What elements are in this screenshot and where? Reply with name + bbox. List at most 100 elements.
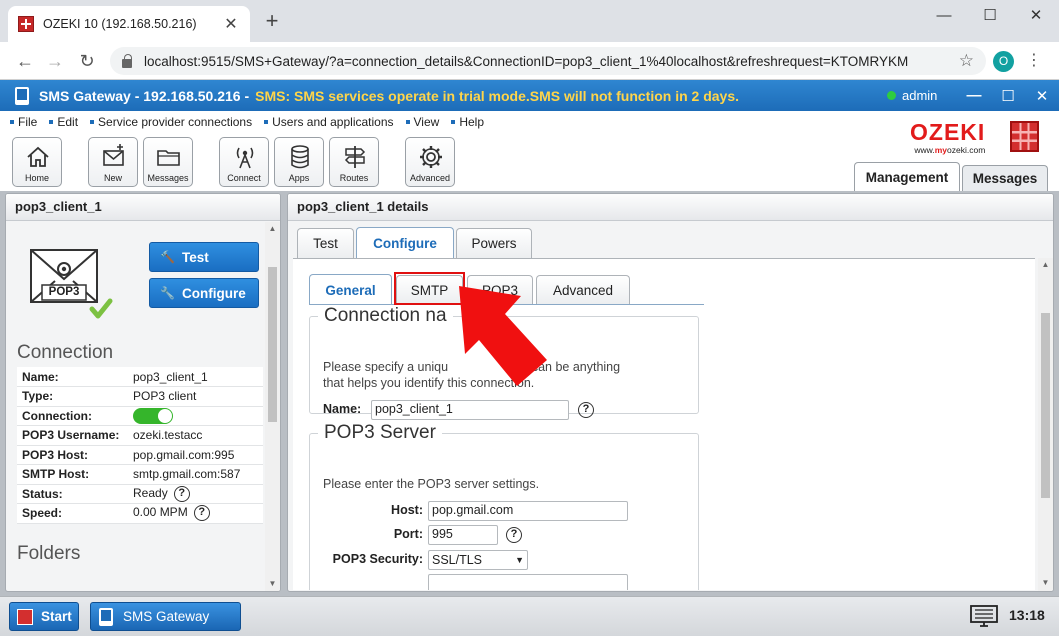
tab-management[interactable]: Management: [854, 162, 960, 191]
wrench-icon: 🔧: [160, 286, 175, 300]
menu-bar: File Edit Service provider connections U…: [0, 111, 1059, 133]
menu-file[interactable]: File: [10, 115, 37, 129]
table-row: Status: Ready?: [17, 484, 263, 504]
right-scrollbar[interactable]: ▲ ▼: [1038, 258, 1053, 591]
info-key: Name:: [17, 367, 129, 387]
reload-icon[interactable]: ↻: [76, 50, 98, 72]
info-key: Speed:: [17, 503, 129, 524]
address-bar[interactable]: localhost:9515/SMS+Gateway/?a=connection…: [110, 47, 986, 75]
new-message-icon: [103, 144, 124, 166]
browser-menu-icon[interactable]: ⋮: [1026, 50, 1042, 72]
info-key: POP3 Username:: [17, 425, 129, 446]
connect-button[interactable]: Connect: [219, 137, 269, 187]
pop3-icon-label: POP3: [48, 286, 80, 298]
scroll-down-icon[interactable]: ▼: [265, 579, 280, 588]
menu-service-provider-connections[interactable]: Service provider connections: [90, 115, 252, 129]
help-icon[interactable]: ?: [173, 485, 190, 502]
tab-configure[interactable]: Configure: [356, 227, 454, 259]
help-icon[interactable]: ?: [578, 402, 594, 418]
connection-section-title: Connection: [17, 342, 114, 363]
bookmark-star-icon[interactable]: ☆: [959, 51, 974, 71]
home-button[interactable]: Home: [12, 137, 62, 187]
messages-button[interactable]: Messages: [143, 137, 193, 187]
name-input[interactable]: pop3_client_1: [371, 400, 569, 420]
help-icon[interactable]: ?: [193, 505, 210, 522]
logo-url-brand: my: [934, 145, 948, 155]
info-value: POP3 client: [129, 386, 263, 407]
configure-button[interactable]: 🔧 Configure: [149, 278, 259, 308]
app-close-icon[interactable]: ✕: [1025, 80, 1059, 111]
info-value: ozeki.testacc: [129, 425, 263, 446]
speed-value: 0.00 MPM: [133, 505, 188, 520]
browser-tabstrip: OZEKI 10 (192.168.50.216) ✕ + — ☐ ✕: [0, 0, 1059, 42]
connection-toggle[interactable]: [133, 407, 173, 424]
name-label: Name:: [323, 402, 362, 416]
app-maximize-icon[interactable]: ☐: [991, 80, 1025, 111]
new-tab-button[interactable]: +: [262, 10, 282, 32]
right-scroll-thumb[interactable]: [1041, 313, 1050, 498]
clock: 13:18: [1009, 607, 1045, 623]
browser-tab-title: OZEKI 10 (192.168.50.216): [43, 17, 197, 31]
table-row: Type: POP3 client: [17, 386, 263, 407]
start-button[interactable]: Start: [9, 602, 79, 631]
chevron-down-icon: ▼: [515, 555, 524, 565]
routes-label: Routes: [339, 173, 369, 183]
info-value: Ready?: [129, 484, 263, 504]
advanced-button[interactable]: Advanced: [405, 137, 455, 187]
pop3-connection-icon: POP3: [30, 249, 118, 327]
configure-button-label: Configure: [182, 285, 246, 301]
table-row: SMTP Host: smtp.gmail.com:587: [17, 464, 263, 485]
menu-users-and-applications[interactable]: Users and applications: [264, 115, 393, 129]
menu-edit[interactable]: Edit: [49, 115, 78, 129]
test-button[interactable]: 🔨 Test: [149, 242, 259, 272]
scroll-down-icon[interactable]: ▼: [1038, 578, 1053, 587]
taskbar-sms-gateway[interactable]: SMS Gateway: [90, 602, 241, 631]
host-label: Host:: [391, 503, 423, 517]
gear-icon: [420, 146, 442, 168]
monitor-tray-icon[interactable]: [970, 604, 998, 628]
left-scroll-thumb[interactable]: [268, 267, 277, 422]
home-label: Home: [24, 173, 49, 183]
pop3-server-group: POP3 Server Please enter the POP3 server…: [309, 422, 699, 590]
maximize-window-icon[interactable]: ☐: [967, 0, 1013, 30]
app-titlebar: SMS Gateway - 192.168.50.216 - SMS: SMS …: [0, 80, 1059, 111]
app-window-controls: — ☐ ✕: [957, 80, 1059, 111]
pop3-security-label: POP3 Security:: [332, 552, 423, 566]
apps-button[interactable]: Apps: [274, 137, 324, 187]
close-window-icon[interactable]: ✕: [1013, 0, 1059, 30]
taskbar-app-label: SMS Gateway: [123, 609, 210, 624]
tab-messages[interactable]: Messages: [962, 165, 1048, 191]
back-arrow-icon[interactable]: ←: [14, 50, 36, 72]
menu-help[interactable]: Help: [451, 115, 484, 129]
port-input[interactable]: 995: [428, 525, 498, 545]
advanced-label: Advanced: [409, 173, 451, 183]
tab-test[interactable]: Test: [297, 228, 354, 258]
cut-off-input[interactable]: [428, 574, 628, 590]
pop3-security-select[interactable]: SSL/TLS ▼: [428, 550, 528, 570]
tab-powers[interactable]: Powers: [456, 228, 532, 258]
subtab-general[interactable]: General: [309, 274, 392, 305]
minimize-window-icon[interactable]: —: [921, 0, 967, 30]
menu-view[interactable]: View: [406, 115, 440, 129]
scroll-up-icon[interactable]: ▲: [1038, 260, 1053, 269]
user-indicator[interactable]: admin: [887, 88, 937, 103]
info-key: POP3 Host:: [17, 445, 129, 465]
host-input[interactable]: pop.gmail.com: [428, 501, 628, 521]
antenna-icon: [236, 147, 254, 169]
left-scrollbar[interactable]: ▲ ▼: [265, 222, 280, 591]
logo-url-suffix: ozeki.com: [947, 145, 986, 155]
forward-arrow-icon[interactable]: →: [44, 50, 66, 72]
new-button[interactable]: New: [88, 137, 138, 187]
profile-avatar[interactable]: O: [993, 51, 1014, 72]
scroll-up-icon[interactable]: ▲: [265, 224, 280, 233]
app-minimize-icon[interactable]: —: [957, 80, 991, 111]
info-key: Type:: [17, 386, 129, 407]
help-icon[interactable]: ?: [506, 527, 522, 543]
close-tab-icon[interactable]: ✕: [222, 14, 240, 34]
ozeki-logo[interactable]: OZEKI www.myozeki.com: [910, 121, 986, 156]
url-text[interactable]: localhost:9515/SMS+Gateway/?a=connection…: [144, 54, 959, 69]
routes-button[interactable]: Routes: [329, 137, 379, 187]
connect-label: Connect: [227, 173, 261, 183]
pointer-arrow-icon: [459, 286, 547, 386]
browser-tab[interactable]: OZEKI 10 (192.168.50.216) ✕: [8, 6, 250, 42]
